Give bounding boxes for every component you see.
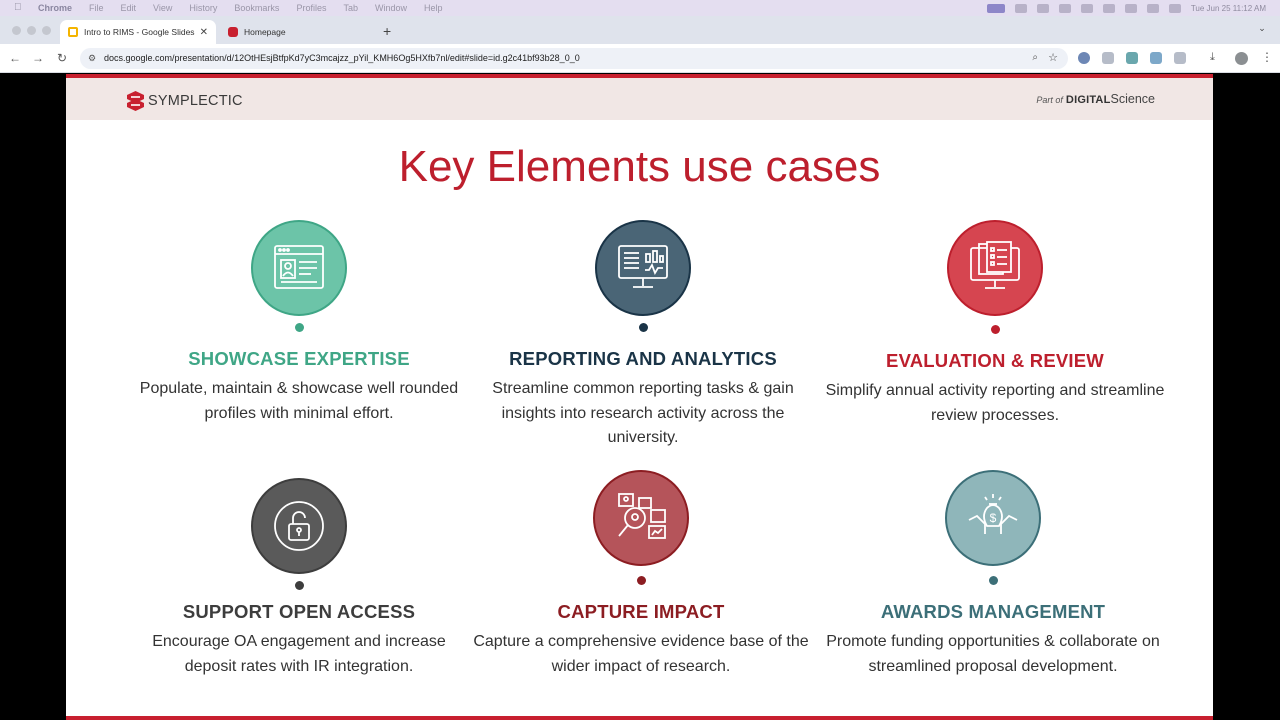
control-center-icon[interactable]: [1168, 3, 1181, 13]
part-of-label: Part of: [1036, 95, 1063, 105]
card-title: SHOWCASE EXPERTISE: [188, 348, 410, 369]
connector-dot: [637, 576, 646, 585]
digital-science-logo: Part of DIGITALScience: [1036, 92, 1155, 106]
extensions-area: [1078, 52, 1186, 64]
new-tab-button[interactable]: +: [383, 23, 391, 39]
pen-icon[interactable]: [1058, 3, 1071, 13]
bookmark-star-icon[interactable]: ☆: [1048, 51, 1058, 64]
menu-chrome[interactable]: Chrome: [38, 3, 72, 13]
tab-intro-to-rims[interactable]: Intro to RIMS - Google Slides ✕: [60, 20, 216, 44]
minimize-window-icon[interactable]: [27, 26, 36, 35]
science-label: Science: [1110, 92, 1155, 106]
tab-strip: Intro to RIMS - Google Slides ✕ Homepage…: [0, 16, 1280, 44]
card-title: AWARDS MANAGEMENT: [880, 601, 1106, 622]
card-description: Encourage OA engagement and increase dep…: [152, 633, 446, 675]
card-title: REPORTING AND ANALYTICS: [509, 348, 777, 369]
site-info-icon[interactable]: ⚙: [88, 53, 96, 64]
wifi-icon[interactable]: [1124, 3, 1137, 13]
tab-homepage[interactable]: Homepage: [220, 20, 376, 44]
tab-title: Intro to RIMS - Google Slides: [84, 27, 195, 37]
extensions-puzzle-icon[interactable]: [1174, 52, 1186, 64]
extension-icon-2[interactable]: [1102, 52, 1114, 64]
impact-search-icon: [593, 470, 689, 566]
profile-page-icon: [251, 220, 347, 316]
extension-icon-3[interactable]: [1126, 52, 1138, 64]
apple-icon[interactable]: : [14, 3, 28, 13]
connector-dot: [295, 323, 304, 332]
card-description: Streamline common reporting tasks & gain…: [492, 380, 794, 446]
slide-header-band: SYMPLECTIC Part of DIGITALScience: [66, 78, 1213, 120]
menu-edit[interactable]: Edit: [121, 3, 137, 13]
window-controls: [12, 26, 51, 35]
menubar-clock[interactable]: Tue Jun 25 11:12 AM: [1191, 4, 1266, 13]
extension-icon-4[interactable]: [1150, 52, 1162, 64]
spotlight-icon[interactable]: [1146, 3, 1159, 13]
card-description: Promote funding opportunities & collabor…: [826, 633, 1160, 675]
brand-name: SYMPLECTIC: [148, 93, 243, 109]
close-tab-icon[interactable]: ✕: [200, 27, 208, 38]
svg-text:$: $: [990, 511, 997, 525]
menu-help[interactable]: Help: [424, 3, 443, 13]
card-description: Simplify annual activity reporting and s…: [825, 382, 1165, 424]
connector-dot: [295, 581, 304, 590]
funding-hands-icon: $: [945, 470, 1041, 566]
symplectic-logo: SYMPLECTIC: [127, 91, 243, 111]
zoom-window-icon[interactable]: [42, 26, 51, 35]
card-title: EVALUATION & REVIEW: [886, 350, 1104, 371]
extension-icon-1[interactable]: [1078, 52, 1090, 64]
menu-history[interactable]: History: [189, 3, 217, 13]
menu-window[interactable]: Window: [375, 3, 407, 13]
menu-profiles[interactable]: Profiles: [296, 3, 326, 13]
connector-dot: [989, 576, 998, 585]
menu-file[interactable]: File: [89, 3, 104, 13]
menu-view[interactable]: View: [153, 3, 172, 13]
screen-share-icon[interactable]: [986, 3, 1005, 13]
browser-toolbar: ← → ↻ ⚙ docs.google.com/presentation/d/1…: [0, 44, 1280, 73]
download-icon[interactable]: ⤓: [1210, 51, 1215, 64]
menubar-status-area: Tue Jun 25 11:12 AM: [986, 0, 1266, 16]
profile-avatar[interactable]: [1235, 52, 1248, 65]
status-icon-1[interactable]: [1014, 3, 1027, 13]
tab-search-chevron-icon[interactable]: ⌄: [1254, 23, 1270, 37]
back-arrow-icon[interactable]: ←: [8, 51, 22, 65]
presentation-slide: SYMPLECTIC Part of DIGITALScience Key Ele…: [66, 74, 1213, 720]
status-icon-2[interactable]: [1036, 3, 1049, 13]
google-slides-icon: [68, 27, 78, 37]
macos-menubar:  Chrome File Edit View History Bookmark…: [0, 0, 1280, 16]
reload-icon[interactable]: ↻: [55, 51, 69, 65]
slide-bottom-rule: [66, 716, 1213, 720]
status-icon-3[interactable]: [1080, 3, 1093, 13]
card-description: Capture a comprehensive evidence base of…: [473, 633, 809, 675]
review-checklist-icon: [947, 220, 1043, 316]
battery-icon[interactable]: [1102, 3, 1115, 13]
url-text[interactable]: docs.google.com/presentation/d/12OtHEsjB…: [104, 53, 580, 63]
symplectic-mark-icon: [127, 91, 144, 111]
analytics-monitor-icon: [595, 220, 691, 316]
more-menu-icon[interactable]: ⋮: [1261, 50, 1273, 64]
address-bar[interactable]: ⚙ docs.google.com/presentation/d/12OtHEs…: [80, 48, 1068, 69]
menu-bookmarks[interactable]: Bookmarks: [234, 3, 279, 13]
card-title: SUPPORT OPEN ACCESS: [182, 601, 416, 622]
slide-title: Key Elements use cases: [398, 142, 881, 191]
digital-label: DIGITAL: [1065, 94, 1111, 106]
close-window-icon[interactable]: [12, 26, 21, 35]
card-description: Populate, maintain & showcase well round…: [139, 380, 459, 422]
tab-title: Homepage: [244, 27, 286, 37]
menu-tab[interactable]: Tab: [343, 3, 358, 13]
card-title: CAPTURE IMPACT: [557, 601, 725, 622]
forward-arrow-icon[interactable]: →: [31, 51, 45, 65]
connector-dot: [991, 325, 1000, 334]
zoom-icon[interactable]: ⌕: [1032, 52, 1038, 63]
symplectic-icon: [228, 27, 238, 37]
open-lock-icon: [251, 478, 347, 574]
connector-dot: [639, 323, 648, 332]
